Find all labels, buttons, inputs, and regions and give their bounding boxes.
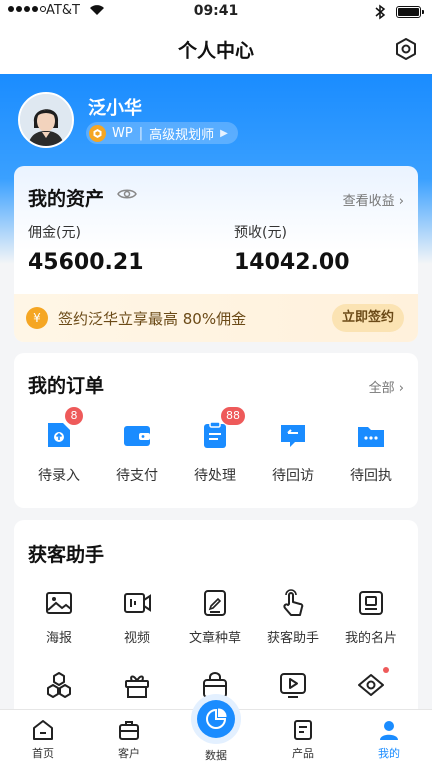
tab-home[interactable]: 首页: [8, 718, 78, 761]
order-pending-callback[interactable]: 待回访: [254, 419, 332, 485]
battery-icon: [396, 6, 424, 18]
eye-icon[interactable]: [117, 186, 137, 202]
badge-divider: |: [138, 125, 144, 141]
eye-icon: [356, 667, 389, 700]
video-icon: [122, 588, 152, 618]
notification-dot: [383, 667, 389, 673]
tab-label: 客户: [118, 747, 140, 760]
order-label: 待录入: [38, 468, 80, 484]
gift-icon: [122, 670, 152, 700]
tool-video[interactable]: 视频: [98, 588, 176, 646]
card-icon: [356, 588, 386, 618]
promo-text: 签约泛华立享最高 80%佣金: [58, 310, 247, 328]
avatar[interactable]: [18, 92, 74, 148]
yuan-coin-icon: ¥: [26, 307, 48, 329]
order-pending-entry[interactable]: 8 待录入: [20, 407, 98, 485]
page-title: 个人中心: [177, 40, 254, 62]
upload-doc-icon: 8: [43, 407, 83, 451]
tab-customers[interactable]: 客户: [94, 718, 164, 761]
badge-code: WP: [112, 125, 133, 141]
order-label: 待回访: [272, 468, 314, 484]
wallet-icon: [121, 419, 153, 451]
user-icon: [377, 718, 401, 742]
tab-label: 我的: [378, 747, 400, 760]
tool-my-card[interactable]: 我的名片: [332, 588, 410, 646]
product-list-icon: [291, 718, 315, 742]
badge-title: 高级规划师: [149, 127, 215, 143]
order-count-badge: 8: [65, 407, 83, 425]
status-time: 09:41: [193, 3, 239, 19]
commission-value: 45600.21: [28, 250, 144, 275]
hand-tap-icon: [278, 588, 308, 618]
orders-title: 我的订单: [28, 375, 105, 397]
prepaid-label: 预收(元): [234, 225, 287, 241]
order-pending-process[interactable]: 88 待处理: [176, 407, 254, 485]
bluetooth-icon: [375, 4, 386, 20]
order-pending-receipt[interactable]: 待回执: [332, 419, 410, 485]
view-earnings-link[interactable]: 查看收益 ›: [343, 190, 404, 209]
orders-card: 我的订单 全部 › 8 待录入 待支付 88 待处理 待回访 待回执: [14, 353, 418, 508]
sign-now-button[interactable]: 立即签约: [331, 304, 404, 332]
briefcase-icon: [117, 718, 141, 742]
prepaid-value: 14042.00: [234, 250, 350, 275]
pie-chart-icon: [197, 700, 235, 738]
status-bar: AT&T 09:41: [0, 0, 432, 24]
tool-poster[interactable]: 海报: [20, 588, 98, 646]
tool-row2-5[interactable]: [332, 667, 410, 700]
tool-row2-2[interactable]: [98, 670, 176, 700]
acquisition-title: 获客助手: [28, 544, 105, 566]
play-screen-icon: [278, 670, 308, 700]
home-icon: [31, 718, 55, 742]
tab-bar: 首页 客户 数据 产品 我的: [0, 694, 432, 768]
tab-label: 产品: [292, 747, 314, 760]
order-label: 待处理: [194, 468, 236, 484]
tool-label: 海报: [45, 631, 72, 646]
tab-label: 数据: [205, 749, 227, 762]
tool-article[interactable]: 文章种草: [176, 588, 254, 646]
promo-banner[interactable]: ¥ 签约泛华立享最高 80%佣金 立即签约: [14, 294, 418, 342]
tool-label: 我的名片: [344, 631, 397, 646]
settings-hex-icon[interactable]: [394, 37, 418, 61]
tab-products[interactable]: 产品: [268, 718, 338, 761]
clipboard-icon: 88: [199, 407, 245, 451]
tab-data[interactable]: [191, 694, 241, 744]
order-label: 待回执: [350, 468, 392, 484]
assets-title: 我的资产: [28, 188, 105, 210]
chevron-right-icon: ▶: [220, 127, 228, 139]
all-orders-link[interactable]: 全部 ›: [369, 377, 404, 396]
hexagons-icon: [44, 670, 74, 700]
commission-label: 佣金(元): [28, 225, 81, 241]
tool-label: 获客助手: [266, 631, 319, 646]
tool-row2-1[interactable]: [20, 670, 98, 700]
tab-label: 首页: [32, 747, 54, 760]
order-pending-payment[interactable]: 待支付: [98, 419, 176, 485]
user-title-badge[interactable]: WP | 高级规划师 ▶: [86, 122, 238, 144]
tool-label: 视频: [123, 631, 150, 646]
assets-card: 我的资产 查看收益 › 佣金(元) 45600.21 预收(元) 14042.0…: [14, 166, 418, 342]
tab-mine[interactable]: 我的: [354, 718, 424, 761]
order-count-badge: 88: [221, 407, 245, 425]
image-icon: [44, 588, 74, 618]
tool-acquisition[interactable]: 获客助手: [254, 588, 332, 646]
tool-row2-4[interactable]: [254, 670, 332, 700]
chat-back-icon: [277, 419, 309, 451]
order-label: 待支付: [116, 468, 158, 484]
tool-label: 文章种草: [188, 631, 241, 646]
medal-icon: [89, 124, 106, 142]
top-bar: AT&T 09:41 个人中心: [0, 0, 432, 74]
folder-chat-icon: [355, 419, 387, 451]
article-icon: [200, 588, 230, 618]
user-name: 泛小华: [88, 98, 142, 119]
